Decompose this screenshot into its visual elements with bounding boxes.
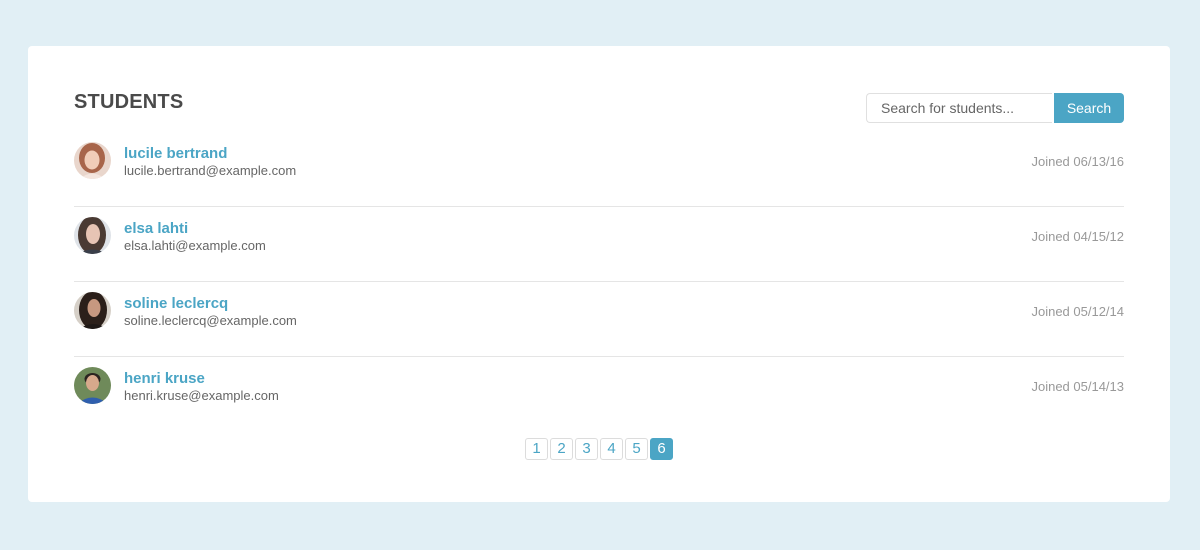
page-link-4[interactable]: 4	[600, 438, 623, 460]
student-name[interactable]: elsa lahti	[124, 220, 188, 237]
student-name[interactable]: soline leclercq	[124, 295, 228, 312]
avatar[interactable]	[74, 142, 111, 179]
student-row: henri kruse henri.kruse@example.com Join…	[74, 357, 1124, 432]
page-link-5[interactable]: 5	[625, 438, 648, 460]
avatar-photo-elsa	[74, 217, 111, 254]
student-row: lucile bertrand lucile.bertrand@example.…	[74, 132, 1124, 207]
joined-date: Joined 06/13/16	[1031, 154, 1124, 169]
avatar-photo-soline	[74, 292, 111, 329]
page-title: STUDENTS	[74, 91, 184, 113]
student-list: lucile bertrand lucile.bertrand@example.…	[74, 132, 1124, 432]
page-link-1[interactable]: 1	[525, 438, 548, 460]
joined-date: Joined 05/12/14	[1031, 304, 1124, 319]
search-button[interactable]: Search	[1054, 93, 1124, 123]
avatar[interactable]	[74, 367, 111, 404]
student-email: lucile.bertrand@example.com	[124, 163, 297, 178]
student-email: soline.leclercq@example.com	[124, 313, 297, 328]
page-link-6[interactable]: 6	[650, 438, 673, 460]
search-bar: Search	[866, 93, 1124, 123]
page-link-3[interactable]: 3	[575, 438, 598, 460]
student-name[interactable]: lucile bertrand	[124, 145, 227, 162]
joined-date: Joined 05/14/13	[1031, 379, 1124, 394]
students-card: STUDENTS Search lucile bertrand lucile.b…	[28, 46, 1170, 502]
card-header: STUDENTS Search	[74, 92, 1124, 124]
avatar[interactable]	[74, 217, 111, 254]
student-row: soline leclercq soline.leclercq@example.…	[74, 282, 1124, 357]
student-email: henri.kruse@example.com	[124, 388, 279, 403]
search-input[interactable]	[866, 93, 1052, 123]
avatar-photo-henri	[74, 367, 111, 404]
student-row: elsa lahti elsa.lahti@example.com Joined…	[74, 207, 1124, 282]
avatar-photo-lucile	[74, 142, 111, 179]
student-name[interactable]: henri kruse	[124, 370, 205, 387]
pagination: 1 2 3 4 5 6	[525, 438, 675, 460]
student-email: elsa.lahti@example.com	[124, 238, 266, 253]
joined-date: Joined 04/15/12	[1031, 229, 1124, 244]
page-link-2[interactable]: 2	[550, 438, 573, 460]
avatar[interactable]	[74, 292, 111, 329]
